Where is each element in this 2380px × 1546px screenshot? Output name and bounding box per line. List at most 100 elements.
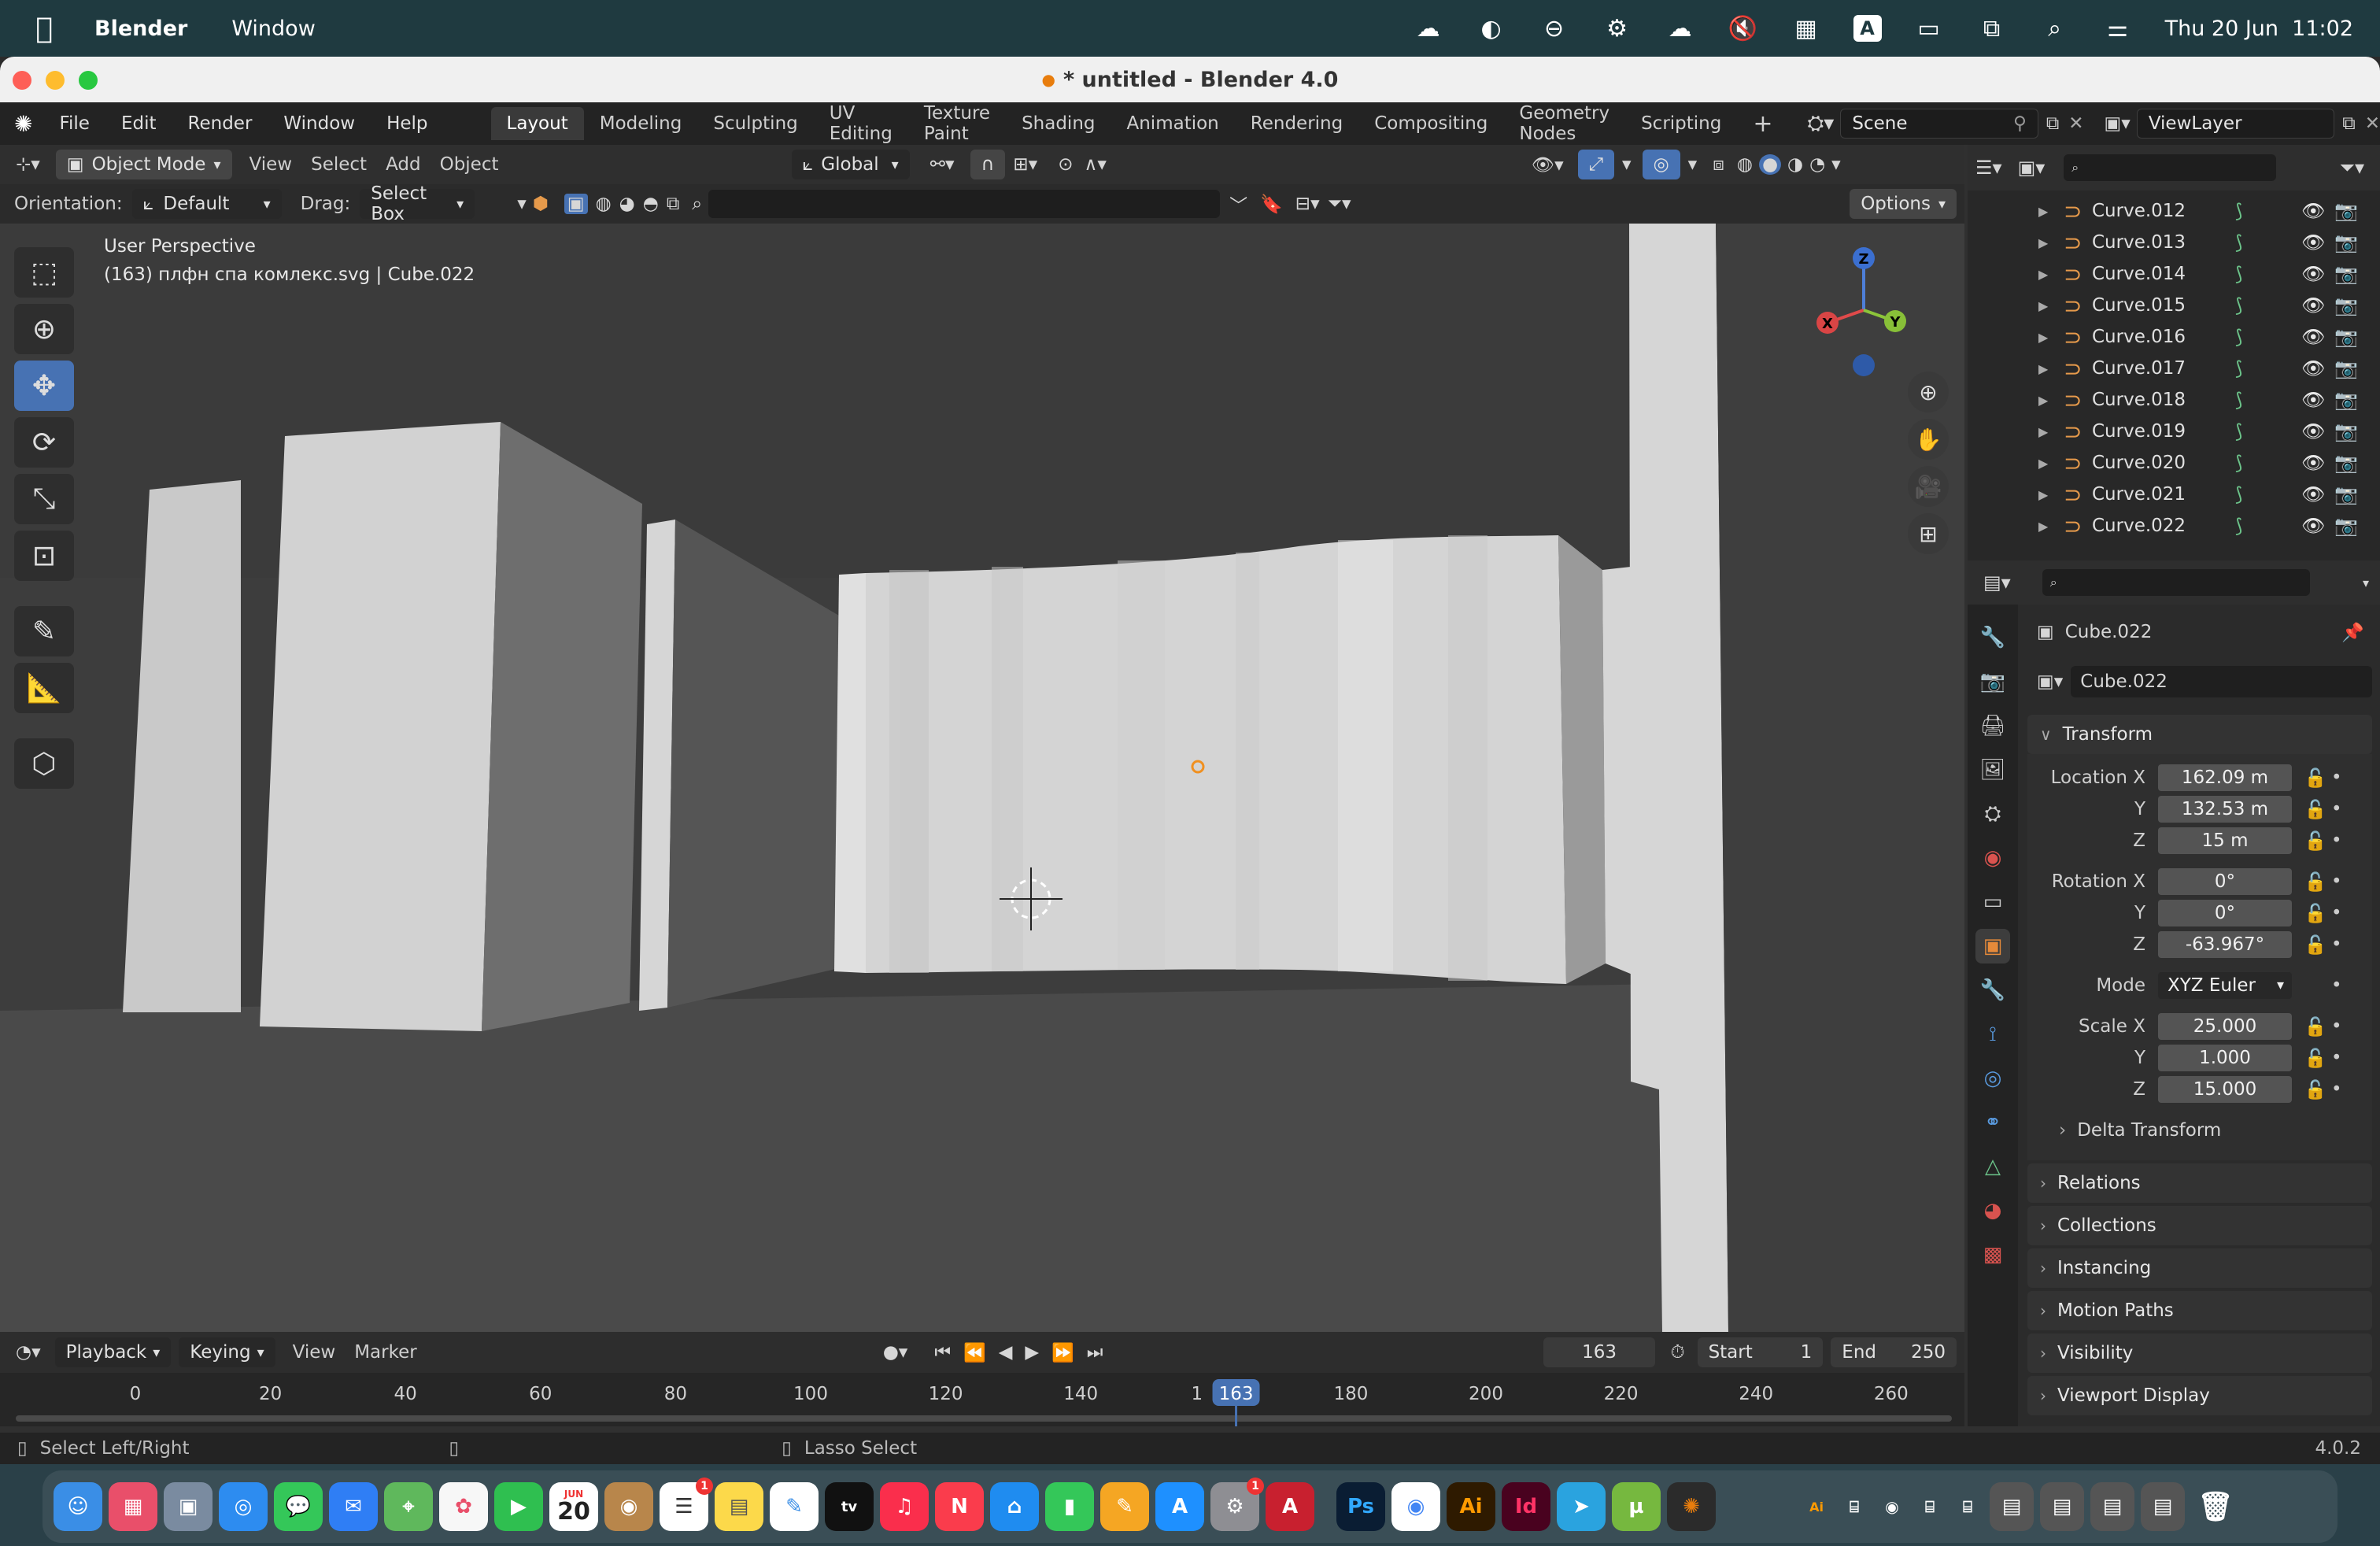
keynote-icon[interactable]: ⌂ — [990, 1482, 1039, 1531]
delta-transform-header[interactable]: › Delta Transform — [2027, 1113, 2372, 1148]
list-item[interactable]: ▶ ⊃ Curve.012 ⟆ 👁 📷 — [1968, 195, 2380, 227]
options-button[interactable]: Options ▾ — [1850, 189, 1957, 219]
visibility-section[interactable]: › Visibility — [2027, 1333, 2372, 1373]
recent-drive-icon[interactable]: ⌸ — [1839, 1482, 1870, 1531]
properties-search[interactable]: ⌕ — [2042, 569, 2310, 596]
menu-render[interactable]: Render — [172, 113, 268, 134]
search-bar[interactable] — [708, 190, 1221, 218]
expand-triangle-icon[interactable]: ▶ — [2038, 204, 2054, 219]
snap-toggle[interactable]: ∩ — [970, 150, 1006, 179]
numbers-icon[interactable]: ▮ — [1045, 1482, 1094, 1531]
display-mode-icon[interactable]: ▣▾ — [2018, 157, 2046, 179]
eye-icon[interactable]: 👁 — [2301, 357, 2325, 379]
zoom-button[interactable]: ⊕ — [1908, 372, 1949, 412]
material-shading-icon[interactable]: ◑ — [1787, 154, 1803, 175]
small-box-right[interactable] — [1602, 567, 1632, 975]
contrast-icon[interactable]: ◐ — [1476, 13, 1507, 44]
tab-physics[interactable]: ◎ — [1975, 1061, 2010, 1096]
filter-icon[interactable]: ⏷▾ — [2340, 157, 2364, 179]
pin-icon[interactable]: 📌 — [2341, 622, 2364, 643]
eye-icon[interactable]: 👁 — [2301, 326, 2325, 348]
chevron-down-icon[interactable]: ▾ — [2363, 575, 2369, 590]
tab-collection[interactable]: ▭ — [1975, 885, 2010, 919]
snap-target-icon[interactable]: ⊞▾ — [1013, 154, 1037, 175]
window-thumbnail-icon[interactable]: ▤ — [1990, 1482, 2034, 1531]
eye-icon[interactable]: 👁 — [2301, 452, 2325, 474]
prev-keyframe-icon[interactable]: ⏪ — [963, 1342, 986, 1363]
tab-animation[interactable]: Animation — [1111, 107, 1235, 140]
app-store-icon[interactable]: A — [1155, 1482, 1204, 1531]
telegram-icon[interactable]: ➤ — [1557, 1482, 1606, 1531]
select-box-tool[interactable]: ⬚ — [14, 247, 74, 298]
expand-triangle-icon[interactable]: ▶ — [2038, 267, 2054, 282]
location-y-field[interactable]: 132.53 m — [2158, 796, 2292, 823]
list-item[interactable]: ▶ ⊃ Curve.017 ⟆ 👁 📷 — [1968, 353, 2380, 384]
expand-triangle-icon[interactable]: ▶ — [2038, 393, 2054, 408]
move-tool[interactable]: ✥ — [14, 361, 74, 411]
rotation-z-field[interactable]: -63.967° — [2158, 931, 2292, 958]
scene-selector-icon[interactable]: ⛭▾ — [1808, 112, 1835, 136]
motion-paths-section[interactable]: › Motion Paths — [2027, 1291, 2372, 1330]
timeline-scrollbar[interactable] — [16, 1415, 1952, 1422]
blender-icon[interactable]: ✺ — [1667, 1482, 1716, 1531]
select-invert-icon[interactable]: ◓ — [643, 194, 659, 214]
shading-dropdown-icon[interactable]: ▾ — [1831, 154, 1841, 175]
window-thumbnail-2-icon[interactable]: ▤ — [2040, 1482, 2084, 1531]
outliner-search[interactable]: ⌕ — [2064, 154, 2277, 181]
tab-texture[interactable]: ▩ — [1975, 1237, 2010, 1272]
window-thumbnail-4-icon[interactable]: ▤ — [2141, 1482, 2185, 1531]
color-attribute-icon[interactable]: ⬢ — [533, 194, 549, 214]
lock-icon[interactable]: 🔓 — [2300, 1016, 2331, 1037]
apple-menu-icon[interactable]:  — [28, 13, 60, 45]
location-z-field[interactable]: 15 m — [2158, 827, 2292, 854]
pin-icon[interactable]: ⚲ — [2013, 113, 2027, 134]
messages-icon[interactable]: 💬 — [274, 1482, 323, 1531]
screen-mirroring-icon[interactable]: ⧉ — [1976, 13, 2008, 44]
camera-icon[interactable]: 📷 — [2334, 294, 2358, 316]
expand-triangle-icon[interactable]: ▶ — [2038, 519, 2054, 534]
stopwatch-icon[interactable]: ⏱ — [1671, 1342, 1685, 1363]
preview-icon[interactable]: ▣ — [164, 1482, 213, 1531]
camera-icon[interactable]: 📷 — [2334, 483, 2358, 505]
lock-icon[interactable]: 🔓 — [2300, 830, 2331, 852]
contacts-icon[interactable]: ◉ — [604, 1482, 653, 1531]
rotate-tool[interactable]: ⟳ — [14, 417, 74, 468]
menu-edit[interactable]: Edit — [105, 113, 172, 134]
battery-icon[interactable]: ▭ — [1913, 13, 1945, 44]
expand-triangle-icon[interactable]: ▶ — [2038, 330, 2054, 345]
transform-tool[interactable]: ⊡ — [14, 531, 74, 581]
bookmark-icon[interactable]: 🔖 — [1260, 194, 1283, 215]
timeline-editor-icon[interactable]: ◔▾ — [16, 1342, 41, 1363]
jump-end-icon[interactable]: ⏭ — [1087, 1342, 1103, 1363]
expand-triangle-icon[interactable]: ▶ — [2038, 456, 2054, 471]
memory-icon[interactable]: ▦ — [1791, 13, 1822, 44]
xray-toggle-icon[interactable]: ⧈ — [1713, 154, 1724, 175]
mail-icon[interactable]: ✉ — [329, 1482, 378, 1531]
pages-icon[interactable]: ✎ — [1100, 1482, 1149, 1531]
timeline-marker-menu[interactable]: Marker — [354, 1342, 417, 1363]
eye-icon[interactable]: 👁 — [2301, 294, 2325, 316]
list-item[interactable]: ▶ ⊃ Curve.014 ⟆ 👁 📷 — [1968, 258, 2380, 290]
visibility-icon[interactable]: 👁▾ — [1532, 154, 1564, 176]
play-reverse-icon[interactable]: ◀ — [999, 1342, 1013, 1363]
facetime-icon[interactable]: ▶ — [494, 1482, 543, 1531]
tab-shading[interactable]: Shading — [1006, 107, 1111, 140]
pan-button[interactable]: ✋ — [1908, 419, 1949, 460]
list-item[interactable]: ▶ ⊃ Curve.020 ⟆ 👁 📷 — [1968, 447, 2380, 479]
rotation-y-field[interactable]: 0° — [2158, 900, 2292, 926]
falloff-icon[interactable]: ∧▾ — [1085, 154, 1107, 175]
instancing-section[interactable]: › Instancing — [2027, 1248, 2372, 1288]
object-type-icon[interactable]: ▣▾ — [2037, 671, 2063, 692]
camera-view-button[interactable]: 🎥 — [1908, 466, 1949, 507]
tab-uv-editing[interactable]: UV Editing — [814, 103, 908, 144]
play-icon[interactable]: ▶ — [1025, 1342, 1039, 1363]
launchpad-icon[interactable]: ▦ — [109, 1482, 157, 1531]
tab-output[interactable]: 🖨 — [1975, 708, 2010, 743]
camera-icon[interactable]: 📷 — [2334, 231, 2358, 253]
overlay-dropdown-icon[interactable]: ▾ — [1688, 154, 1698, 175]
add-cube-tool[interactable]: ⬡ — [14, 738, 74, 789]
menu-window[interactable]: Window — [268, 113, 371, 134]
control-center-icon[interactable]: ⚌ — [2102, 13, 2134, 44]
tab-sculpting[interactable]: Sculpting — [697, 107, 813, 140]
tab-rendering[interactable]: Rendering — [1235, 107, 1358, 140]
